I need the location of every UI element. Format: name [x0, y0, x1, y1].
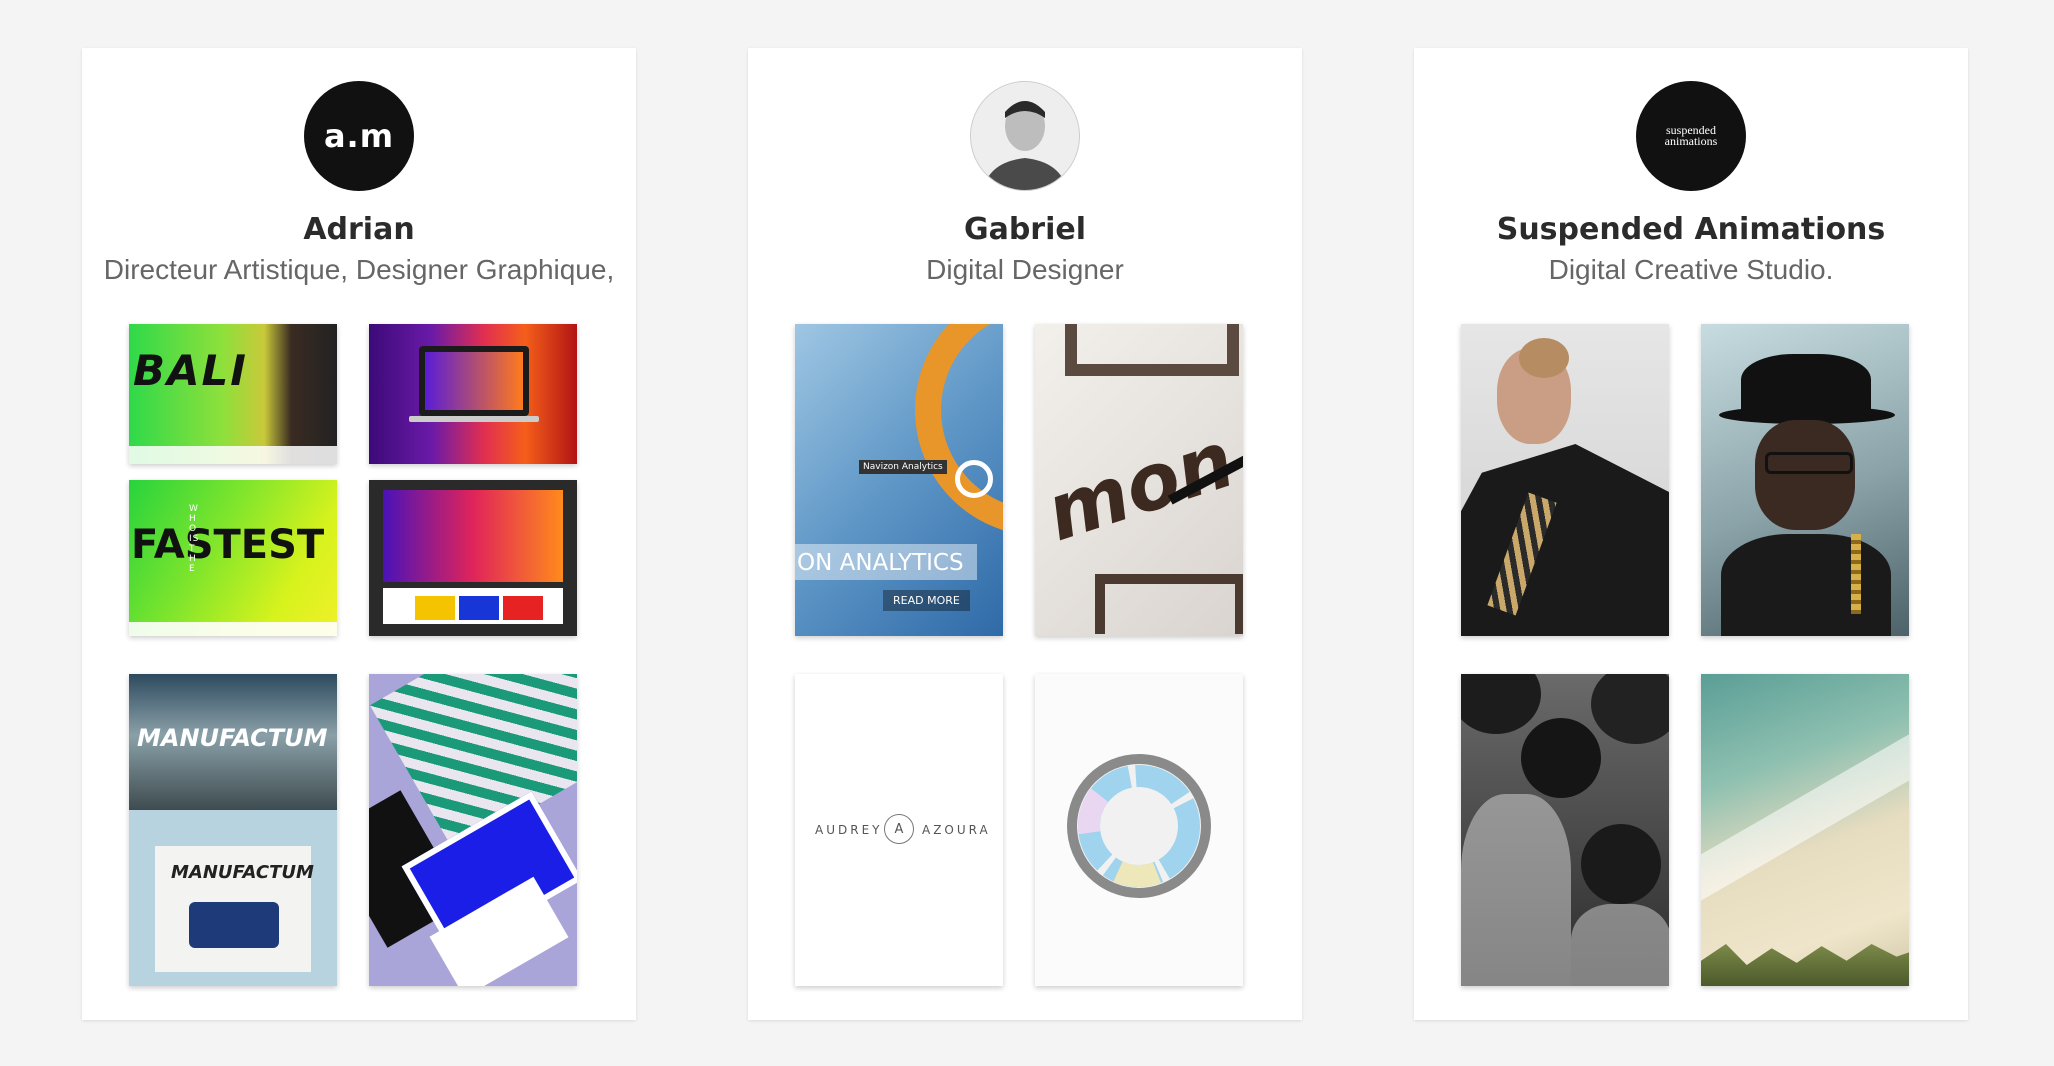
avatar[interactable]: suspended animations	[1636, 81, 1746, 191]
thumbnail-title: FASTEST	[131, 522, 325, 568]
profile-name[interactable]: Adrian	[82, 212, 636, 247]
project-thumbnail-fastest[interactable]: FASTEST WHO IS THE	[129, 480, 337, 636]
thumbnail-caption: WHO IS THE	[189, 504, 200, 574]
profile-card-adrian[interactable]: a.m Adrian Directeur Artistique, Designe…	[82, 48, 636, 1020]
profile-subtitle: Directeur Artistique, Designer Graphique…	[103, 254, 615, 285]
avatar-logo-text: a.m	[323, 117, 395, 155]
project-thumbnail-beach-aerial[interactable]	[1701, 674, 1909, 986]
thumbnail-title: MANUFACTUM	[137, 724, 328, 752]
profile-subtitle: Digital Creative Studio.	[1548, 254, 1834, 285]
project-thumbnail-fashion-portrait[interactable]	[1461, 324, 1669, 636]
thumbnail-title: BALI	[133, 346, 248, 395]
read-more-link[interactable]: READ MORE	[883, 590, 970, 611]
profile-name[interactable]: Suspended Animations	[1414, 212, 1968, 247]
thumbnail-title: ON ANALYTICS	[797, 550, 964, 576]
profile-name[interactable]: Gabriel	[748, 212, 1302, 247]
project-thumbnail-sunglasses-laptop[interactable]	[369, 324, 577, 464]
person-portrait-icon	[971, 82, 1079, 190]
project-thumbnail-stationery[interactable]	[369, 674, 577, 986]
avatar-logo-text: suspended animations	[1664, 123, 1718, 148]
thumbnail-title: mon	[1035, 414, 1243, 560]
brand-monogram-letter: A	[894, 821, 904, 837]
project-thumbnail-navizon-analytics[interactable]: Navizon Analytics ON ANALYTICS READ MORE	[795, 324, 1003, 636]
project-thumbnail-hat-portrait[interactable]	[1701, 324, 1909, 636]
project-thumbnail-crowd-bw[interactable]	[1461, 674, 1669, 986]
brand-monogram: A	[884, 814, 914, 844]
project-thumbnail-color-wheel[interactable]	[1035, 674, 1243, 986]
brand-right: AZOURA	[922, 823, 991, 837]
color-wheel-icon	[1067, 754, 1211, 898]
profile-card-gabriel[interactable]: Gabriel Digital Designer Navizon Analyti…	[748, 48, 1302, 1020]
thumbnail-tag: Navizon Analytics	[859, 460, 947, 474]
profile-card-suspended-animations[interactable]: suspended animations Suspended Animation…	[1414, 48, 1968, 1020]
avatar[interactable]: a.m	[304, 81, 414, 191]
project-thumbnail-sunglasses-site[interactable]	[369, 480, 577, 636]
project-thumbnail-lettering[interactable]: mon	[1035, 324, 1243, 636]
project-thumbnail-audrey-azoura[interactable]: AUDREY A AZOURA	[795, 674, 1003, 986]
thumbnail-subtitle: MANUFACTUM	[171, 862, 314, 883]
avatar[interactable]	[970, 81, 1080, 191]
profile-subtitle: Digital Designer	[926, 254, 1124, 285]
project-thumbnail-manufactum[interactable]: MANUFACTUM MANUFACTUM	[129, 674, 337, 986]
brand-left: AUDREY	[815, 823, 883, 837]
project-thumbnail-bali[interactable]: BALI	[129, 324, 337, 464]
